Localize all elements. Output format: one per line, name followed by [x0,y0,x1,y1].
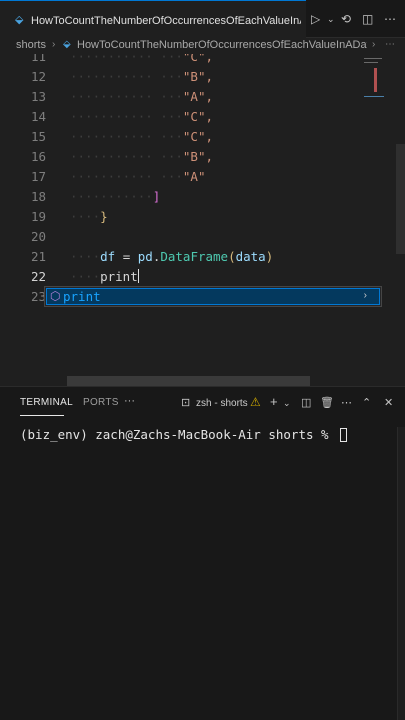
open-paren: ( [228,249,236,264]
string-literal: "A" [182,169,206,184]
line-number: 23 [30,289,46,304]
terminal-shell-label[interactable]: zsh - shorts [196,398,248,409]
terminal-prompt-line[interactable]: (biz_env) zach@Zachs-MacBook-Air shorts … [20,427,348,442]
line-number: 17 [30,169,46,184]
tab-terminal[interactable]: TERMINAL [20,397,73,408]
symbol-method-icon: ⬡ [50,289,61,303]
class-dataframe: DataFrame [160,249,229,264]
chevron-right-icon: › [372,39,376,50]
python-file-icon: ⬙ [15,14,24,26]
line-number: 19 [30,209,46,224]
suggestion-label: print [63,289,101,304]
terminal-prompt: (biz_env) zach@Zachs-MacBook-Air shorts … [20,427,337,442]
tab-label: HowToCountTheNumberOfOccurrencesOfEachVa… [31,15,301,27]
line-number: 14 [30,109,46,124]
code-line[interactable]: ··········· ···"C", [70,109,213,124]
code-line[interactable]: ···········] [70,189,160,204]
text-cursor [137,269,139,283]
line-number: 20 [30,229,46,244]
string-literal: "C", [182,109,213,124]
line-number-active: 22 [30,269,46,284]
line-number: 15 [30,129,46,144]
more-icon[interactable]: ⋯ [385,39,395,50]
code-line[interactable]: ····} [70,209,108,224]
maximize-panel-icon[interactable]: ⌃ [362,396,371,409]
code-line[interactable]: ··········· ···"B", [70,69,213,84]
terminal-panel: TERMINAL PORTS ··· ⊡ zsh - shorts ⚠ + ⌄ … [0,386,405,720]
string-literal: "C", [182,129,213,144]
line-number: 13 [30,89,46,104]
terminal-icon: ⊡ [181,397,191,409]
closing-brace: } [100,209,108,224]
chevron-right-icon: › [52,39,56,50]
close-icon[interactable]: ✕ [384,396,393,409]
minimap-line [374,68,377,92]
panel-more-button[interactable]: ··· [124,395,135,407]
chevron-down-icon[interactable]: ⌄ [327,14,335,25]
module-pd: pd [137,249,153,264]
line-number: 21 [30,249,46,264]
more-icon[interactable]: ⋯ [341,396,352,409]
line-number: 18 [30,189,46,204]
breadcrumb: shorts › ⬙ HowToCountTheNumberOfOccurren… [0,38,405,54]
split-terminal-icon[interactable]: ◫ [301,396,311,409]
compare-changes-icon[interactable]: ⟲ [341,12,351,26]
more-icon[interactable]: ⋯ [384,12,396,26]
minimap-line [364,62,378,63]
assign-operator: = [115,249,138,264]
line-number: 16 [30,149,46,164]
code-line[interactable]: ··········· ···"A", [70,89,213,104]
code-line[interactable]: ····df = pd.DataFrame(data) [70,249,273,264]
read-more-chevron-icon[interactable]: › [364,290,367,301]
new-terminal-icon[interactable]: + [270,394,278,409]
horizontal-scrollbar[interactable] [67,376,310,386]
string-literal: "B", [182,149,213,164]
code-line[interactable]: ··········· ···"C", [70,54,213,64]
suggestion-item[interactable]: ⬡ print › [46,288,380,305]
tab-ports[interactable]: PORTS [83,397,119,408]
string-literal: "C", [182,54,213,64]
active-tab-indicator [20,415,64,416]
minimap[interactable] [362,54,390,114]
suggestion-widget: ⬡ print › [44,286,382,307]
warning-icon[interactable]: ⚠ [250,395,261,409]
argument-data: data [235,249,266,264]
editor-tab-bar: ⬙ HowToCountTheNumberOfOccurrencesOfEach… [0,0,405,38]
code-editor[interactable]: 11 ··········· ···"C", 12 ··········· ··… [0,54,405,386]
vertical-scrollbar[interactable] [396,144,405,254]
chevron-down-icon[interactable]: ⌄ [283,398,291,409]
editor-tab[interactable]: ⬙ HowToCountTheNumberOfOccurrencesOfEach… [0,0,306,38]
line-number: 12 [30,69,46,84]
closing-bracket: ] [152,189,161,204]
minimap-line [364,96,384,97]
minimap-line [364,58,382,59]
terminal-scrollbar[interactable] [397,427,405,720]
split-editor-icon[interactable]: ◫ [362,12,373,26]
trash-icon[interactable]: 🗑 [320,396,334,409]
python-file-icon: ⬙ [63,39,71,50]
run-icon[interactable]: ▷ [311,12,320,26]
code-line-active[interactable]: ····print [70,269,139,284]
string-literal: "A", [182,89,213,104]
code-line[interactable]: ··········· ···"C", [70,129,213,144]
typed-text: print [100,269,138,284]
variable-df: df [100,249,116,264]
string-literal: "B", [182,69,213,84]
close-paren: ) [265,249,274,264]
code-line[interactable]: ··········· ···"B", [70,149,213,164]
breadcrumb-folder[interactable]: shorts [16,39,46,51]
terminal-cursor [340,428,348,442]
line-number: 11 [30,54,46,64]
code-line[interactable]: ··········· ···"A" [70,169,205,184]
breadcrumb-file[interactable]: HowToCountTheNumberOfOccurrencesOfEachVa… [77,39,367,51]
